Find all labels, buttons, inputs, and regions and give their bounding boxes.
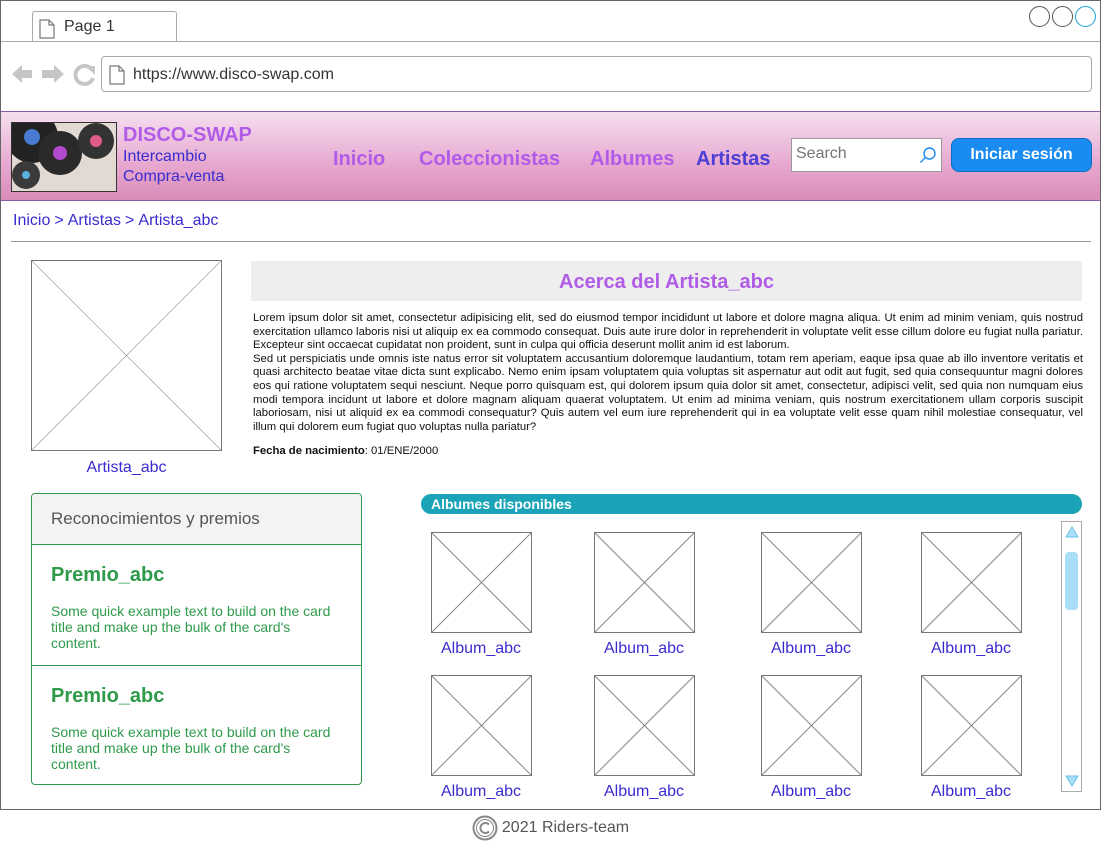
about-paragraph-1: Lorem ipsum dolor sit amet, consectetur … xyxy=(253,312,1083,352)
brand-name[interactable]: DISCO-SWAP xyxy=(123,124,252,147)
album-caption[interactable]: Album_abc xyxy=(564,783,724,801)
album-caption[interactable]: Album_abc xyxy=(401,783,561,801)
brand-tagline-2: Compra-venta xyxy=(123,168,225,185)
tab-strip-divider xyxy=(1,41,1100,42)
nav-item-inicio[interactable]: Inicio xyxy=(333,148,385,171)
album-image-placeholder[interactable] xyxy=(921,532,1022,633)
album-image-placeholder[interactable] xyxy=(594,532,695,633)
image-placeholder-icon xyxy=(595,533,694,632)
album-image-placeholder[interactable] xyxy=(761,532,862,633)
album-image-placeholder[interactable] xyxy=(921,675,1022,776)
search-input[interactable] xyxy=(796,139,916,169)
image-placeholder-icon xyxy=(432,533,531,632)
breadcrumb-separator: > xyxy=(54,212,64,229)
vinyl-records-logo-image[interactable] xyxy=(11,122,117,192)
forward-icon[interactable] xyxy=(42,65,64,83)
nav-item-coleccionistas[interactable]: Coleccionistas xyxy=(419,148,560,171)
reload-icon[interactable] xyxy=(73,64,95,86)
award-text: Some quick example text to build on the … xyxy=(51,603,331,651)
scrollbar-thumb[interactable] xyxy=(1065,552,1078,610)
footer-text: 2021 Riders-team xyxy=(501,819,630,837)
album-caption[interactable]: Album_abc xyxy=(564,640,724,658)
album-image-placeholder[interactable] xyxy=(431,532,532,633)
breadcrumb: Inicio > Artistas > Artista_abc xyxy=(13,212,218,230)
album-caption[interactable]: Album_abc xyxy=(731,640,891,658)
award-title: Premio_abc xyxy=(51,685,165,707)
artist-caption[interactable]: Artista_abc xyxy=(31,459,222,477)
image-placeholder-icon xyxy=(922,676,1021,775)
url-text: https://www.disco-swap.com xyxy=(133,66,334,83)
footer: 2021 Riders-team xyxy=(0,815,1101,841)
login-button[interactable]: Iniciar sesión xyxy=(951,138,1092,172)
albums-header: Albumes disponibles xyxy=(421,494,1082,514)
image-placeholder-icon xyxy=(762,533,861,632)
album-caption[interactable]: Album_abc xyxy=(891,783,1051,801)
about-text: Lorem ipsum dolor sit amet, consectetur … xyxy=(253,312,1083,434)
breadcrumb-separator: > xyxy=(125,212,135,229)
page-icon xyxy=(39,19,55,39)
about-title: Acerca del Artista_abc xyxy=(251,261,1082,301)
minimize-button[interactable] xyxy=(1029,6,1050,27)
awards-header: Reconocimientos y premios xyxy=(32,494,361,545)
award-text: Some quick example text to build on the … xyxy=(51,724,331,772)
nav-item-albumes[interactable]: Albumes xyxy=(590,148,674,171)
maximize-button[interactable] xyxy=(1052,6,1073,27)
breadcrumb-item-artistas[interactable]: Artistas xyxy=(68,212,121,229)
navigation-controls xyxy=(12,64,95,86)
album-caption[interactable]: Album_abc xyxy=(891,640,1051,658)
albums-scrollbar[interactable] xyxy=(1061,521,1082,792)
brand-block: DISCO-SWAP Intercambio Compra-venta xyxy=(123,124,252,187)
back-icon[interactable] xyxy=(12,65,32,83)
page-icon xyxy=(109,65,125,85)
image-placeholder-icon xyxy=(32,261,221,450)
birth-date-label: Fecha de nacimiento xyxy=(253,445,365,457)
album-image-placeholder[interactable] xyxy=(594,675,695,776)
award-title: Premio_abc xyxy=(51,564,165,586)
image-placeholder-icon xyxy=(595,676,694,775)
copyright-icon xyxy=(472,815,498,841)
image-placeholder-icon xyxy=(762,676,861,775)
album-image-placeholder[interactable] xyxy=(761,675,862,776)
address-bar[interactable]: https://www.disco-swap.com xyxy=(101,56,1092,92)
birth-date: Fecha de nacimiento: 01/ENE/2000 xyxy=(253,445,438,457)
browser-window: Page 1 https://www.disco-swap.com DISCO-… xyxy=(0,0,1101,810)
breadcrumb-item-inicio[interactable]: Inicio xyxy=(13,212,50,229)
album-caption[interactable]: Album_abc xyxy=(401,640,561,658)
about-paragraph-2: Sed ut perspiciatis unde omnis iste natu… xyxy=(253,352,1083,433)
brand-tagline-1: Intercambio xyxy=(123,148,207,165)
award-item: Premio_abc Some quick example text to bu… xyxy=(32,545,361,666)
album-image-placeholder[interactable] xyxy=(431,675,532,776)
section-divider xyxy=(11,241,1091,242)
image-placeholder-icon xyxy=(432,676,531,775)
award-item: Premio_abc Some quick example text to bu… xyxy=(32,666,361,784)
birth-date-value: : 01/ENE/2000 xyxy=(364,445,439,457)
close-button[interactable] xyxy=(1075,6,1096,27)
album-caption[interactable]: Album_abc xyxy=(731,783,891,801)
nav-item-artistas[interactable]: Artistas xyxy=(696,148,770,171)
artist-image-placeholder[interactable] xyxy=(31,260,222,451)
image-placeholder-icon xyxy=(922,533,1021,632)
scroll-up-icon[interactable] xyxy=(1065,525,1079,539)
breadcrumb-item-current[interactable]: Artista_abc xyxy=(138,212,218,229)
search-icon[interactable] xyxy=(919,146,937,164)
vinyl-records-icon xyxy=(12,123,116,191)
search-box xyxy=(791,138,942,172)
site-header: DISCO-SWAP Intercambio Compra-venta Inic… xyxy=(1,111,1100,201)
scroll-down-icon[interactable] xyxy=(1065,774,1079,788)
awards-card: Reconocimientos y premios Premio_abc Som… xyxy=(31,493,362,785)
tab-label: Page 1 xyxy=(64,18,115,35)
window-controls xyxy=(1029,6,1096,27)
browser-tab[interactable]: Page 1 xyxy=(32,11,177,42)
